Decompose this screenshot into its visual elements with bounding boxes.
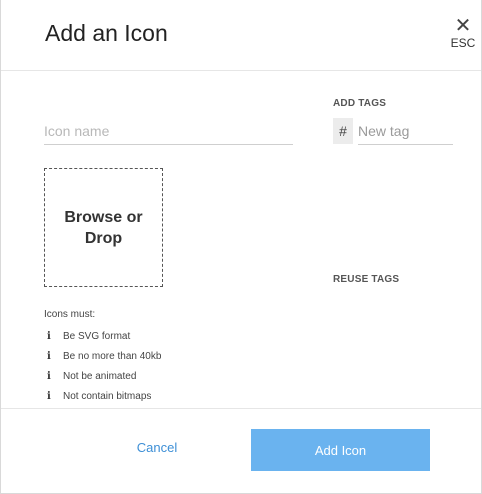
requirements-list: i Be SVG format i Be no more than 40kb i… bbox=[47, 326, 161, 406]
info-icon: i bbox=[47, 370, 51, 382]
reuse-tags-label: REUSE TAGS bbox=[333, 274, 400, 285]
requirement-item: i Not contain bitmaps bbox=[47, 386, 161, 406]
add-icon-dialog: Add an Icon ✕ ESC ADD TAGS # Browse or D… bbox=[0, 0, 482, 494]
dialog-title: Add an Icon bbox=[45, 20, 168, 46]
dialog-header: Add an Icon ✕ ESC bbox=[1, 0, 481, 71]
close-icon: ✕ bbox=[454, 15, 472, 37]
info-icon: i bbox=[47, 390, 51, 402]
dropzone-label: Browse or Drop bbox=[64, 208, 143, 247]
requirement-text: Be no more than 40kb bbox=[63, 350, 162, 362]
info-icon: i bbox=[47, 330, 51, 342]
add-icon-button[interactable]: Add Icon bbox=[251, 429, 430, 471]
new-tag-input[interactable] bbox=[358, 118, 453, 145]
close-button[interactable]: ✕ ESC bbox=[447, 15, 479, 50]
requirement-item: i Not be animated bbox=[47, 366, 161, 386]
icon-name-input[interactable] bbox=[44, 118, 293, 145]
requirement-text: Not contain bitmaps bbox=[63, 390, 152, 402]
file-dropzone[interactable]: Browse or Drop bbox=[44, 168, 163, 287]
hash-icon: # bbox=[333, 118, 353, 144]
requirement-text: Be SVG format bbox=[63, 330, 131, 342]
info-icon: i bbox=[47, 350, 51, 362]
esc-label: ESC bbox=[450, 36, 476, 50]
requirement-text: Not be animated bbox=[63, 370, 137, 382]
footer-divider bbox=[1, 408, 481, 409]
requirements-title: Icons must: bbox=[44, 309, 96, 320]
add-tags-label: ADD TAGS bbox=[333, 98, 387, 109]
cancel-button[interactable]: Cancel bbox=[121, 440, 193, 455]
requirement-item: i Be no more than 40kb bbox=[47, 346, 161, 366]
requirement-item: i Be SVG format bbox=[47, 326, 161, 346]
